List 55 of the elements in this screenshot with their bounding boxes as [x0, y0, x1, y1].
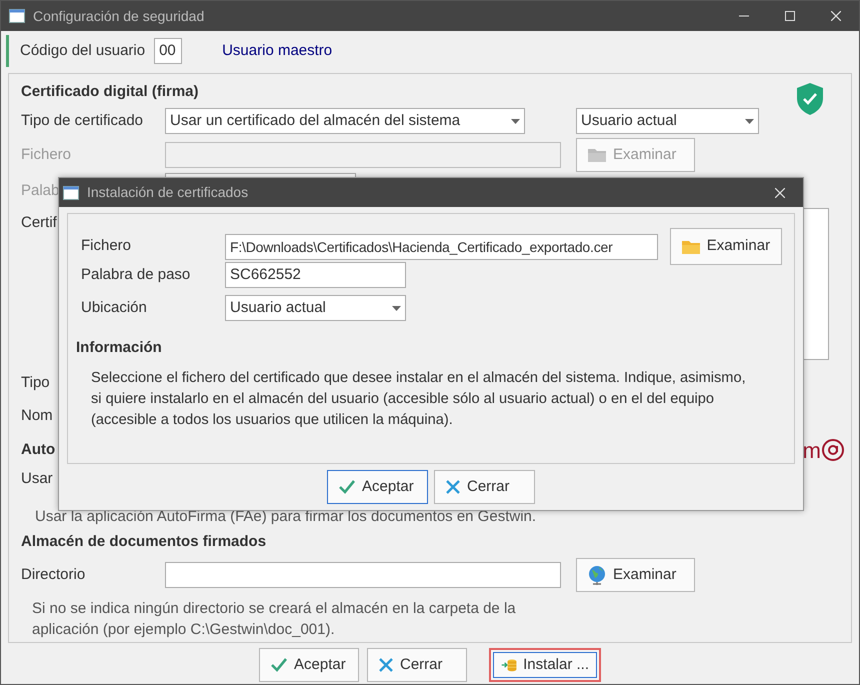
section-title: Certificado digital (firma) [21, 82, 199, 102]
window-icon [9, 9, 25, 23]
certificate-type-dropdown[interactable]: Usar un certificado del almacén del sistema [165, 108, 525, 134]
scope-dropdown[interactable]: Usuario actual [576, 108, 759, 134]
password-field[interactable]: SC662552 [225, 262, 406, 288]
folder-icon [587, 147, 607, 163]
accent-bar [6, 35, 9, 67]
field-label: Código del usuario [20, 40, 146, 61]
accept-button[interactable]: Aceptar [259, 648, 359, 682]
location-dropdown[interactable]: Usuario actual [225, 295, 406, 321]
field-label: Palab [21, 181, 60, 201]
maximize-icon [785, 11, 795, 21]
section-title: Auto [21, 440, 56, 460]
window-title: Configuración de seguridad [33, 6, 204, 26]
field-label: Fichero [21, 144, 72, 165]
accept-button[interactable]: Aceptar [327, 470, 428, 504]
dropdown-arrow-icon [511, 118, 520, 124]
dialog-title: Instalación de certificados [87, 183, 248, 202]
close-icon [445, 479, 461, 495]
field-label: Tipo [21, 372, 50, 393]
field-label: Fichero [81, 236, 132, 256]
field-label: Certif [21, 213, 57, 233]
check-icon [270, 657, 288, 673]
close-icon [775, 188, 785, 198]
globe-icon [587, 565, 607, 585]
code-field[interactable]: 00 [154, 38, 182, 64]
folder-icon [680, 238, 701, 254]
check-icon [338, 479, 356, 495]
field-label: Usar [21, 468, 53, 489]
directory-field[interactable] [165, 562, 561, 588]
field-label: Tipo de certificado [21, 110, 144, 131]
at-sign-icon [821, 438, 845, 462]
note-text: Si no se indica ningún directorio se creará el almacén en la carpeta de la aplicación (por ejemplo C:\Gestwin\doc_001). [31, 599, 517, 640]
file-path-field[interactable]: F:\Downloads\Certificados\Hacienda_Certificado_exportado.cer [225, 234, 658, 260]
field-label: Palabra de paso [81, 264, 192, 285]
install-button[interactable]: Instalar ... [489, 648, 601, 682]
dropdown-arrow-icon [392, 306, 401, 310]
user-name: Usuario maestro [222, 40, 332, 61]
field-label: Ubicación [81, 298, 148, 318]
field-label: Nom [21, 406, 53, 426]
section-title: Información [76, 338, 163, 358]
browse-button[interactable]: Examinar [670, 228, 782, 265]
dropdown-arrow-icon [745, 118, 754, 124]
window-icon [63, 186, 79, 200]
close-icon [378, 657, 394, 673]
info-text: Seleccione el fichero del certificado que desee instalar en el almacén del sistema. Indique, asimismo, si quiere instalarlo en el almacén del usuario (accesible sólo al usuario actual) o en el del equipo (accesible a todos los usuarios que utilicen la máquina). [91, 368, 747, 430]
close-icon [831, 11, 841, 21]
note-text: Usar la aplicación AutoFirma (FAe) para firmar los documentos en Gestwin. [34, 506, 536, 527]
shield-check-icon [795, 82, 825, 116]
close-button[interactable]: Cerrar [367, 648, 467, 682]
logo-text: m [802, 436, 821, 464]
field-label: Directorio [21, 564, 86, 585]
close-button[interactable]: Cerrar [434, 470, 535, 504]
browse-button[interactable]: Examinar [576, 558, 695, 592]
section-title: Almacén de documentos firmados [21, 532, 266, 552]
